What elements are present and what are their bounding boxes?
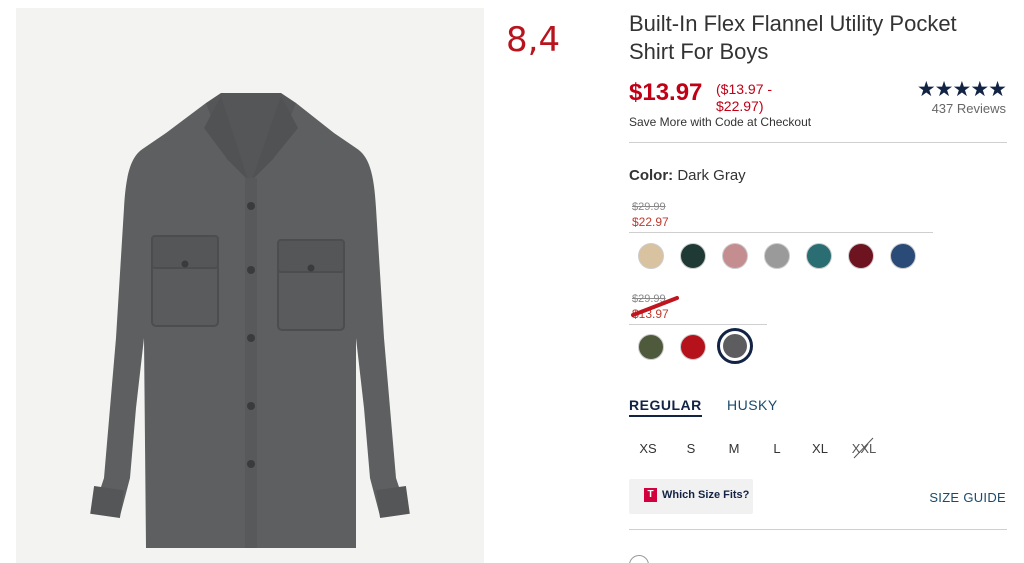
pickup-radio[interactable] (629, 555, 649, 563)
overlay-number: 8,4 (506, 20, 561, 60)
size-xl[interactable]: XL (805, 441, 835, 456)
which-size-fits-label: Which Size Fits? (662, 489, 750, 501)
divider (629, 232, 933, 233)
divider (629, 324, 767, 325)
size-s[interactable]: S (676, 441, 706, 456)
color-selection-label: Color: Dark Gray (629, 167, 746, 184)
tab-husky[interactable]: HUSKY (727, 397, 778, 413)
color-value: Dark Gray (677, 167, 746, 184)
reviews-link[interactable]: 437 Reviews (932, 101, 1006, 116)
divider (629, 529, 1007, 530)
product-image[interactable] (16, 8, 484, 563)
current-price: $13.97 (629, 79, 703, 106)
product-title: Built-In Flex Flannel Utility Pocket Shi… (629, 11, 957, 64)
group-1-sale-price: $22.97 (632, 215, 669, 229)
swatch-red-green-plaid[interactable] (638, 334, 664, 360)
size-guide-link[interactable]: SIZE GUIDE (929, 490, 1006, 505)
red-strike-mark (631, 296, 679, 317)
price-range: ($13.97 - $22.97) (716, 81, 773, 114)
swatch-tan-plaid[interactable] (638, 243, 664, 269)
swatch-burgundy[interactable] (848, 243, 874, 269)
size-xs[interactable]: XS (633, 441, 663, 456)
swatch-green-plaid[interactable] (680, 243, 706, 269)
rating-stars-icon[interactable]: ★★★★★ (917, 77, 1007, 102)
divider (629, 142, 1007, 143)
color-label: Color: (629, 167, 674, 184)
save-more-note: Save More with Code at Checkout (629, 115, 812, 129)
size-l[interactable]: L (762, 441, 792, 456)
size-m[interactable]: M (719, 441, 749, 456)
unavailable-slash-icon (853, 437, 874, 459)
swatch-dark-gray-selected[interactable] (717, 328, 753, 364)
swatch-dark-gray-fill (723, 334, 747, 358)
which-size-fits-button[interactable]: T Which Size Fits? (629, 479, 753, 514)
group-1-old-price: $29.99 (632, 201, 666, 213)
fit-tool-logo-icon: T (644, 488, 657, 502)
tab-regular[interactable]: REGULAR (629, 397, 702, 417)
shirt-illustration (90, 93, 410, 548)
swatch-pink-plaid[interactable] (722, 243, 748, 269)
swatch-red-buffalo[interactable] (680, 334, 706, 360)
swatch-teal-plaid[interactable] (806, 243, 832, 269)
swatch-black-white-plaid[interactable] (764, 243, 790, 269)
swatch-navy-plaid[interactable] (890, 243, 916, 269)
